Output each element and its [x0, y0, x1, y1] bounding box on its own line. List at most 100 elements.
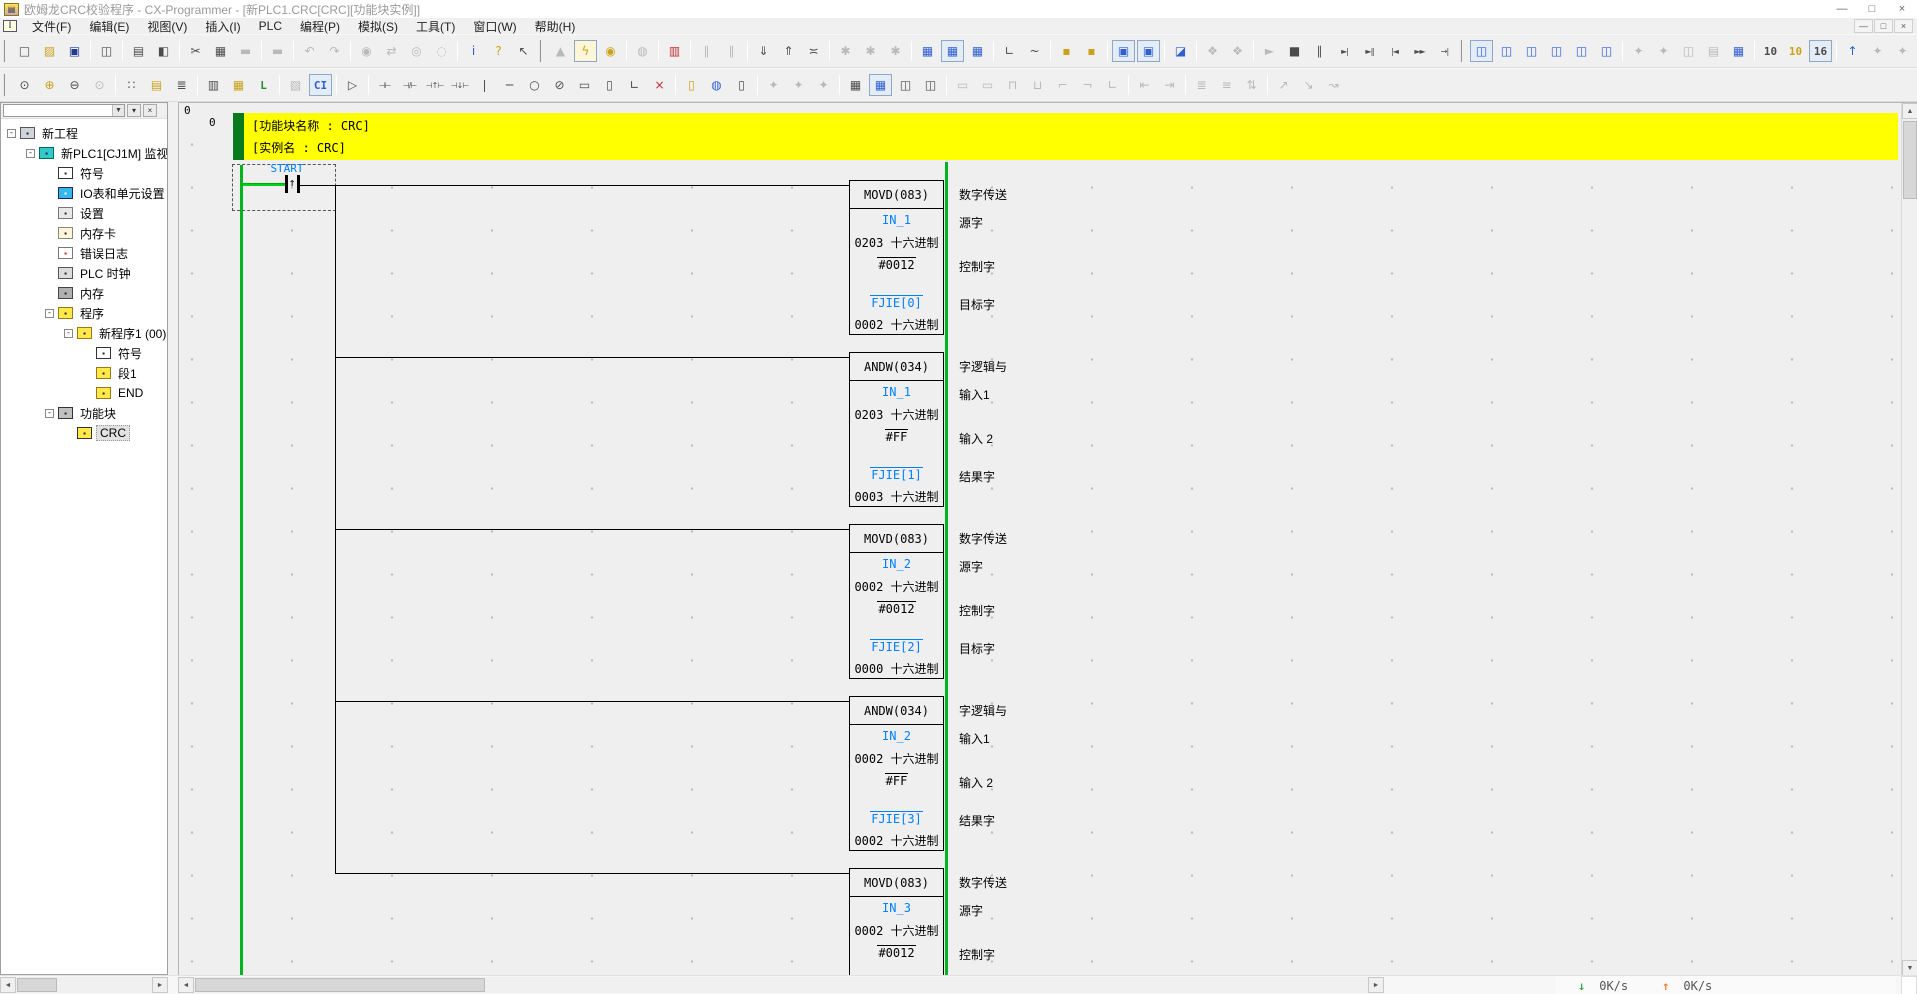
instruction-block-movd[interactable]: MOVD(083)IN_30002 十六进制#0012	[849, 868, 944, 976]
context-help-button[interactable]: ↖	[512, 40, 535, 62]
rung-part-3-button[interactable]: ⊓	[1001, 74, 1024, 96]
close-button[interactable]: ×	[1887, 0, 1917, 18]
operand-sym[interactable]: IN_1	[850, 209, 943, 231]
menu-t[interactable]: 工具(T)	[407, 18, 464, 34]
find-next-button[interactable]: ◎	[405, 40, 428, 62]
auto-online-button[interactable]: ◍	[631, 40, 654, 62]
panel-splitter[interactable]	[168, 102, 178, 975]
tree-item-settings[interactable]: ▪设置	[1, 203, 167, 223]
toolbar-grip[interactable]	[3, 74, 8, 96]
menu-f[interactable]: 文件(F)	[23, 18, 80, 34]
tree-expander-icon[interactable]: -	[26, 149, 35, 158]
rung-list-button[interactable]: ≣	[170, 74, 193, 96]
watch-view-button[interactable]: ▤	[145, 74, 168, 96]
minimize-button[interactable]: —	[1827, 0, 1857, 18]
outline-view-button[interactable]: ≡	[1215, 74, 1238, 96]
tool-grid-button[interactable]: ▦	[1727, 40, 1750, 62]
operand-op[interactable]: #FF	[850, 425, 943, 447]
tree-item-memcard[interactable]: ▪内存卡	[1, 223, 167, 243]
transfer-from-plc-button[interactable]: ⇑	[777, 40, 800, 62]
scroll-up-icon[interactable]: ▲	[1902, 103, 1917, 119]
zoom-out-button[interactable]: ⊖	[63, 74, 86, 96]
tool-options-button[interactable]: ✦	[1627, 40, 1650, 62]
tree-item-label[interactable]: 新程序1 (00)	[96, 325, 167, 342]
tree-item-clock[interactable]: ▪PLC 时钟	[1, 263, 167, 283]
menu-plc[interactable]: PLC	[250, 18, 291, 34]
scroll-down-icon[interactable]: ▼	[1902, 960, 1917, 976]
tree-item-project[interactable]: -▪新工程	[1, 123, 167, 143]
sim-to-end-button[interactable]: →|	[1433, 40, 1456, 62]
new-coil-button[interactable]: ○	[523, 74, 546, 96]
new-contact-button[interactable]: ⊣⊢	[373, 74, 396, 96]
fb-param-3-button[interactable]: ✦	[812, 74, 835, 96]
jump-back-button[interactable]: ↗	[1272, 74, 1295, 96]
tool-window-button[interactable]: ◫	[1677, 40, 1700, 62]
view-st-button[interactable]: ◫	[919, 74, 942, 96]
list-view-button[interactable]: ≣	[1190, 74, 1213, 96]
tree-expander-icon[interactable]: -	[7, 129, 16, 138]
change-all-button[interactable]: ◌	[430, 40, 453, 62]
operand-sym[interactable]: IN_2	[850, 553, 943, 575]
tree-horizontal-scrollbar[interactable]: ◄ ►	[0, 977, 168, 993]
operand-op[interactable]: #FF	[850, 769, 943, 791]
sim-run-button[interactable]: ►	[1258, 40, 1281, 62]
pause-trigger-button[interactable]: ∥	[720, 40, 743, 62]
pause-sim-button[interactable]: ❖	[1201, 40, 1224, 62]
operand-symop[interactable]: FJIE[1]	[850, 463, 943, 485]
editor-scroll-left-icon[interactable]: ◄	[178, 977, 194, 993]
address-reference-button[interactable]: ▧	[284, 74, 307, 96]
operand-val[interactable]: 0002 十六进制	[850, 829, 943, 851]
workspace-combo[interactable]: ▼	[3, 104, 125, 117]
menu-s[interactable]: 模拟(S)	[349, 18, 407, 34]
tree-scroll-thumb[interactable]	[17, 978, 57, 992]
operand-val[interactable]: 0003 十六进制	[850, 485, 943, 507]
toolbar-grip[interactable]	[1460, 40, 1465, 62]
menu-v[interactable]: 视图(V)	[138, 18, 196, 34]
window-layout-4-button[interactable]: ◫	[1545, 40, 1568, 62]
force-on-button[interactable]: ✱	[834, 40, 857, 62]
operand-val[interactable]: 0002 十六进制	[850, 747, 943, 769]
zoom-select-button[interactable]: ⊙	[13, 74, 36, 96]
select-cursor-button[interactable]: ▷	[341, 74, 364, 96]
monitor-window-button[interactable]: ▦	[916, 40, 939, 62]
operand-val[interactable]: 0002 十六进制	[850, 575, 943, 597]
rung-part-2-button[interactable]: ▭	[976, 74, 999, 96]
tree-item-label[interactable]: 新工程	[39, 125, 81, 142]
operand-symop[interactable]: FJIE[0]	[850, 291, 943, 313]
tree-item-label[interactable]: IO表和单元设置	[77, 185, 167, 202]
new-file-button[interactable]: □	[13, 40, 36, 62]
tree-item-label[interactable]: 新PLC1[CJ1M] 监视	[58, 145, 167, 162]
new-coil-closed-button[interactable]: ⊘	[548, 74, 571, 96]
rung-part-4-button[interactable]: ⊔	[1026, 74, 1049, 96]
new-instruction-2-button[interactable]: ▯	[598, 74, 621, 96]
operand-op[interactable]: #0012	[850, 253, 943, 275]
online-search-button[interactable]: ◉	[599, 40, 622, 62]
paste-button[interactable]: ▬	[234, 40, 257, 62]
tree-item-label[interactable]: 功能块	[77, 405, 119, 422]
tree-item-label[interactable]: 内存	[77, 285, 107, 302]
tree-item-memory[interactable]: ▪内存	[1, 283, 167, 303]
maximize-button[interactable]: □	[1857, 0, 1887, 18]
tree-item-errorlog[interactable]: ▪错误日志	[1, 243, 167, 263]
window-layout-1-button[interactable]: ◫	[1470, 40, 1493, 62]
rung-part-5-button[interactable]: ⌐	[1051, 74, 1074, 96]
tree-item-label[interactable]: CRC	[96, 425, 130, 441]
menu-w[interactable]: 窗口(W)	[464, 18, 525, 34]
fb-param-2-button[interactable]: ✦	[787, 74, 810, 96]
delete-element-button[interactable]: ×	[648, 74, 671, 96]
grid-toggle-button[interactable]: ∷	[120, 74, 143, 96]
show-symbols-button[interactable]: ▥	[202, 74, 225, 96]
rung-part-6-button[interactable]: ¬	[1076, 74, 1099, 96]
tree-item-fb[interactable]: ▪CRC	[1, 423, 167, 443]
tree-item-section[interactable]: ▪END	[1, 383, 167, 403]
window-layout-5-button[interactable]: ◫	[1570, 40, 1593, 62]
force-cancel-button[interactable]: ✱	[884, 40, 907, 62]
menu-e[interactable]: 编辑(E)	[80, 18, 138, 34]
show-io-comment-button[interactable]: L	[252, 74, 275, 96]
new-contact-closed-button[interactable]: ⊣/⊢	[398, 74, 421, 96]
stop-sim-deny-button[interactable]: ❖	[1226, 40, 1249, 62]
window-layout-3-button[interactable]: ◫	[1520, 40, 1543, 62]
mdi-restore-button[interactable]: □	[1874, 19, 1893, 33]
tree-item-label[interactable]: 段1	[115, 365, 140, 382]
compile-program-button[interactable]: ▲	[549, 40, 572, 62]
